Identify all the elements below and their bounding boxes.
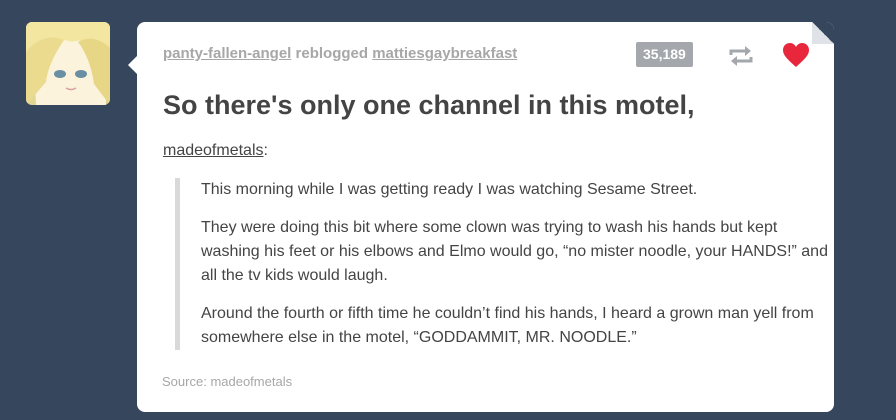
quote-paragraph: Around the fourth or fifth time he could… [201,305,814,346]
quoted-user-line: madeofmetals: [163,142,268,160]
heart-icon [783,43,809,67]
post-title: So there's only one channel in this mote… [163,90,695,120]
post-card: panty-fallen-angel reblogged mattiesgayb… [128,22,834,412]
note-count-badge[interactable]: 35,189 [636,42,693,67]
source-link[interactable]: madeofmetals [210,374,292,389]
post-corner-fold[interactable] [812,22,834,44]
reblog-icon [729,46,753,66]
original-poster-link[interactable]: mattiesgaybreakfast [372,45,517,62]
post-source: Source: madeofmetals [162,374,292,389]
quoted-user-colon: : [263,142,268,159]
like-button[interactable] [782,42,810,68]
avatar[interactable] [26,22,110,105]
quote-paragraph: This morning while I was getting ready I… [201,181,698,198]
quoted-user-link[interactable]: madeofmetals [163,142,264,159]
post-pointer [128,56,137,74]
quote-paragraph: They were doing this bit where some clow… [201,219,828,284]
reblogged-text: reblogged [295,45,369,62]
avatar-image [26,22,110,105]
source-label: Source: [162,374,207,389]
blockquote: This morning while I was getting ready I… [175,178,831,350]
reblog-button[interactable] [728,44,754,68]
post-header: panty-fallen-angel reblogged mattiesgayb… [163,45,517,62]
reblogger-link[interactable]: panty-fallen-angel [163,45,291,62]
